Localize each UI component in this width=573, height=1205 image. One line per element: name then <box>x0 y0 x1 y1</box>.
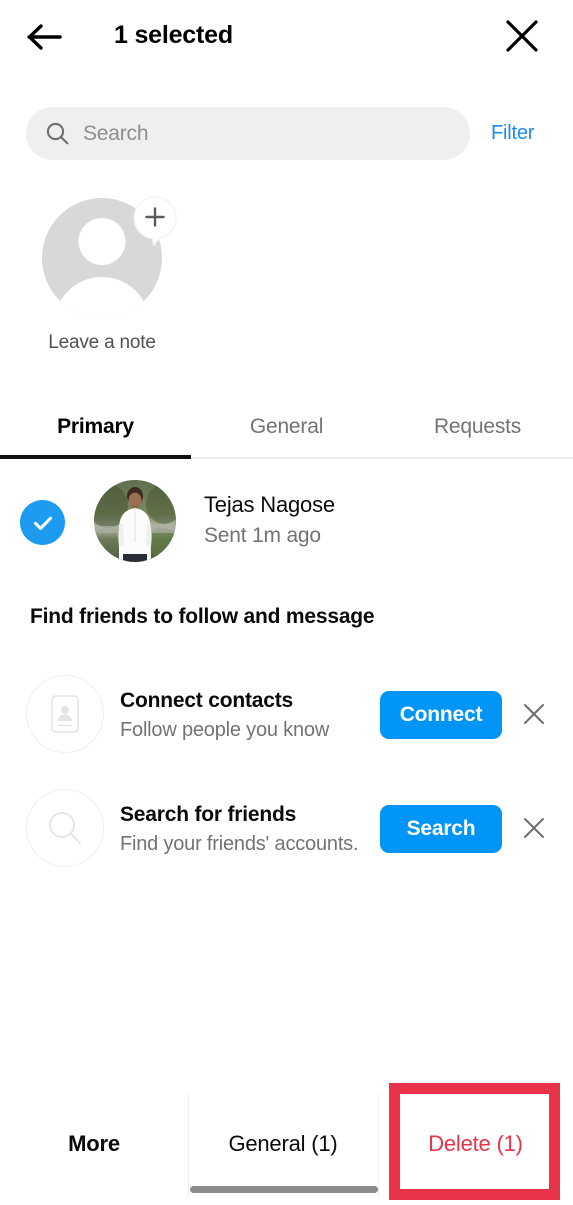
search-row: Search Filter <box>0 103 573 165</box>
thread-status: Sent 1m ago <box>204 524 321 547</box>
filter-button[interactable]: Filter <box>491 122 534 145</box>
avatar[interactable] <box>94 480 176 562</box>
page-title: 1 selected <box>114 21 233 49</box>
close-icon <box>505 19 539 58</box>
search-button[interactable]: Search <box>380 805 502 853</box>
search-input[interactable]: Search <box>26 107 470 160</box>
suggestion-subtitle: Follow people you know <box>120 719 330 741</box>
delete-button[interactable]: Delete (1) <box>378 1083 573 1205</box>
suggestions-heading: Find friends to follow and message <box>30 605 375 628</box>
suggestion-title: Search for friends <box>120 803 297 826</box>
suggestion-title: Connect contacts <box>120 689 293 712</box>
note-tray: Leave a note <box>0 182 573 387</box>
top-app-bar: 1 selected <box>0 0 573 80</box>
check-circle-icon[interactable] <box>20 500 65 545</box>
more-button[interactable]: More <box>0 1083 188 1205</box>
dismiss-search-friends-button[interactable] <box>518 814 550 846</box>
list-item[interactable]: Connect contacts Follow people you know … <box>0 664 573 764</box>
arrow-left-icon <box>27 22 63 57</box>
search-icon <box>45 121 70 146</box>
leave-a-note-button[interactable] <box>42 196 177 318</box>
tab-requests[interactable]: Requests <box>382 396 573 458</box>
home-indicator <box>190 1186 378 1193</box>
contact-card-icon <box>26 675 104 753</box>
connect-button[interactable]: Connect <box>380 691 502 739</box>
close-button[interactable] <box>496 12 548 64</box>
leave-a-note-label: Leave a note <box>48 332 156 353</box>
inbox-tabs: Primary General Requests <box>0 396 573 462</box>
tab-primary[interactable]: Primary <box>0 396 191 458</box>
close-icon <box>522 816 546 845</box>
thread-name: Tejas Nagose <box>204 492 335 517</box>
plus-icon <box>128 194 182 248</box>
close-icon <box>522 702 546 731</box>
table-row[interactable]: Tejas Nagose Sent 1m ago <box>0 478 573 570</box>
instagram-direct-selection-screen: 1 selected Search Filter Leave a note Pr… <box>0 0 573 1205</box>
magnifier-icon <box>26 789 104 867</box>
search-placeholder: Search <box>83 121 149 145</box>
dismiss-connect-contacts-button[interactable] <box>518 700 550 732</box>
tab-active-indicator <box>0 455 191 459</box>
back-button[interactable] <box>18 12 72 66</box>
suggestion-subtitle: Find your friends' accounts. <box>120 833 359 855</box>
tab-general[interactable]: General <box>191 396 382 458</box>
list-item[interactable]: Search for friends Find your friends' ac… <box>0 778 573 878</box>
